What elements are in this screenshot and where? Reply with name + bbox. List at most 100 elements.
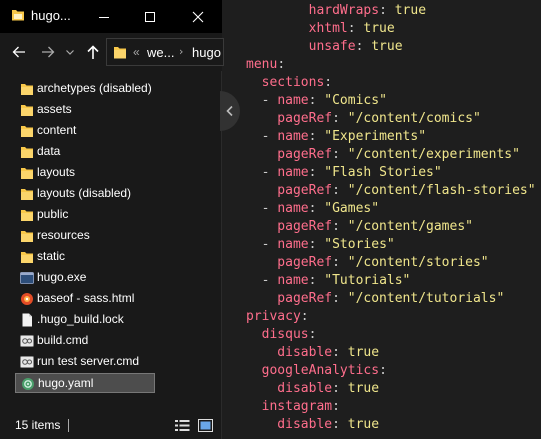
folder-icon — [114, 47, 126, 59]
code-line: disqus: — [246, 326, 317, 344]
code-line: - name: "Experiments" — [246, 128, 426, 146]
file-list-item[interactable]: public — [15, 205, 155, 225]
code-token: xhtml — [246, 21, 348, 36]
code-token: disqus — [246, 327, 309, 342]
status-bar: 15 items — [0, 413, 222, 439]
code-line: pageRef: "/content/stories" — [246, 254, 489, 272]
file-name: .hugo_build.lock — [37, 312, 124, 326]
code-line: menu: — [246, 56, 285, 74]
file-name: data — [37, 144, 61, 158]
breadcrumb-segment[interactable]: hugo — [192, 45, 221, 60]
file-name: assets — [37, 102, 72, 116]
code-token: : — [308, 93, 325, 108]
details-view-icon[interactable] — [175, 419, 190, 432]
code-token: : — [332, 291, 348, 306]
code-token: - — [246, 129, 278, 144]
code-token: name — [277, 129, 309, 144]
file-list-item[interactable]: content — [15, 121, 155, 141]
code-line: xhtml: true — [246, 20, 395, 38]
code-token: : — [379, 363, 387, 378]
breadcrumb-overflow[interactable]: « — [133, 45, 140, 59]
code-token: "/content/tutorials" — [347, 291, 505, 306]
folder-icon — [21, 147, 33, 158]
code-token: : — [332, 381, 348, 396]
code-token: "/content/games" — [347, 219, 473, 234]
file-list-item[interactable]: run test server.cmd — [15, 352, 155, 372]
yaml-file-icon — [22, 378, 34, 390]
title-bar[interactable]: hugo... — [0, 0, 222, 33]
code-token: : — [332, 111, 348, 126]
code-token: "/content/stories" — [347, 255, 489, 270]
cmd-file-icon — [20, 356, 34, 368]
chevron-right-icon: › — [179, 45, 184, 58]
code-token: hardWraps — [246, 3, 380, 18]
code-line: disable: true — [246, 344, 379, 362]
code-token: instagram — [246, 399, 333, 414]
code-line: - name: "Flash Stories" — [246, 164, 442, 182]
code-line: pageRef: "/content/comics" — [246, 110, 481, 128]
file-name: hugo.exe — [37, 270, 87, 284]
html-file-icon — [21, 293, 33, 305]
file-list-item[interactable]: .hugo_build.lock — [15, 310, 155, 330]
code-token: name — [277, 237, 309, 252]
folder-icon — [21, 231, 33, 242]
file-list-item[interactable]: hugo.yaml — [15, 373, 155, 393]
code-token: true — [363, 21, 395, 36]
code-token: : — [308, 129, 325, 144]
file-list-item[interactable]: assets — [15, 100, 155, 120]
code-token: true — [347, 417, 380, 432]
code-token: "Stories" — [324, 237, 395, 252]
back-button[interactable] — [9, 42, 29, 62]
code-token: : — [332, 183, 348, 198]
code-token: pageRef — [246, 219, 333, 234]
code-token: disable — [246, 417, 333, 432]
minimize-button[interactable] — [82, 0, 126, 33]
file-name: layouts — [37, 165, 76, 179]
close-button[interactable] — [174, 0, 222, 33]
item-count: 15 items — [15, 418, 61, 432]
file-list-item[interactable]: resources — [15, 226, 155, 246]
maximize-button[interactable] — [128, 0, 172, 33]
recent-locations-button[interactable] — [64, 42, 76, 62]
chevron-left-icon — [226, 105, 233, 117]
file-list-item[interactable]: static — [15, 247, 155, 267]
code-token: "/content/flash-stories" — [347, 183, 536, 198]
forward-button[interactable] — [38, 42, 58, 62]
code-line: disable: true — [246, 380, 379, 398]
file-list-item[interactable]: hugo.exe — [15, 268, 155, 288]
code-token: "/content/experiments" — [347, 147, 520, 162]
code-token: : — [300, 309, 309, 324]
folder-icon — [12, 10, 24, 21]
chevron-down-icon — [66, 50, 74, 55]
up-button[interactable] — [83, 42, 103, 62]
large-icons-view-icon[interactable] — [198, 419, 213, 432]
code-token: : — [308, 201, 325, 216]
folder-icon — [21, 84, 33, 95]
breadcrumb-segment[interactable]: we... — [147, 45, 174, 60]
file-list-item[interactable]: build.cmd — [15, 331, 155, 351]
code-token: "Experiments" — [324, 129, 427, 144]
code-token: "Comics" — [324, 93, 387, 108]
collapse-panel-button[interactable] — [220, 91, 240, 131]
folder-icon — [21, 252, 33, 263]
file-list-item[interactable]: archetypes (disabled) — [15, 79, 155, 99]
address-bar[interactable]: « we... › hugo — [106, 38, 224, 66]
folder-icon — [21, 210, 33, 221]
code-line: instagram: — [246, 398, 340, 416]
code-token: : — [308, 273, 325, 288]
code-token: name — [277, 93, 309, 108]
file-list-item[interactable]: baseof - sass.html — [15, 289, 155, 309]
code-token: pageRef — [246, 147, 333, 162]
file-name: resources — [37, 228, 90, 242]
arrow-left-icon — [12, 46, 25, 58]
file-list-item[interactable]: data — [15, 142, 155, 162]
file-list-item[interactable]: layouts — [15, 163, 155, 183]
code-token: : — [332, 345, 348, 360]
code-token: "Tutorials" — [324, 273, 411, 288]
code-token: true — [347, 345, 380, 360]
code-token: disable — [246, 381, 333, 396]
file-list-item[interactable]: layouts (disabled) — [15, 184, 155, 204]
code-line: pageRef: "/content/flash-stories" — [246, 182, 536, 200]
code-line: sections: — [246, 74, 332, 92]
minimize-icon — [99, 16, 109, 18]
